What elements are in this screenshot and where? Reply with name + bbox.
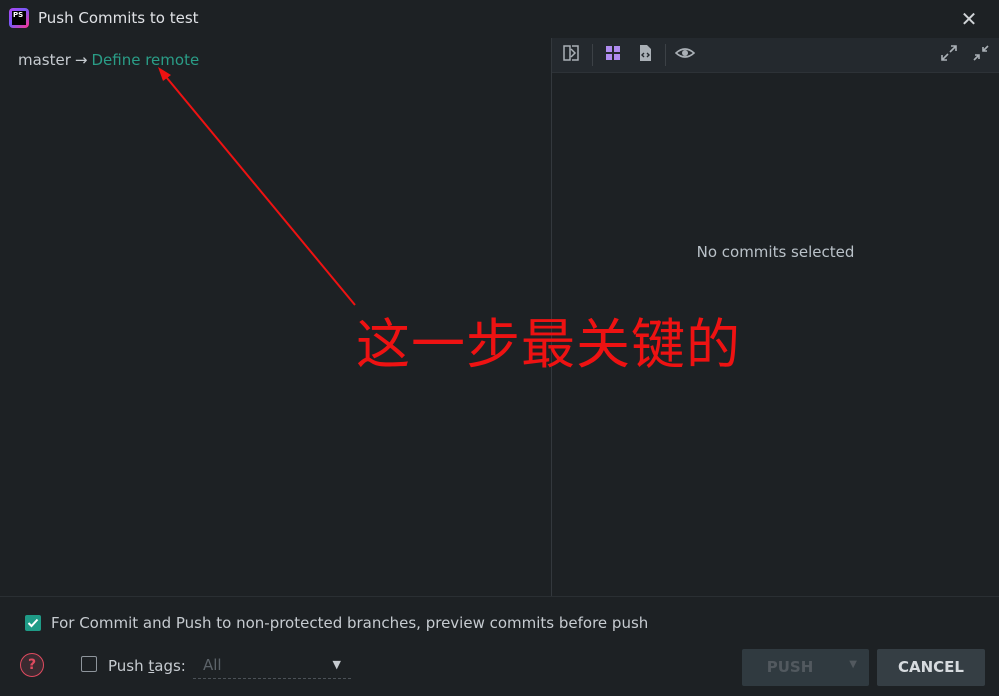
- diff-icon[interactable]: [560, 44, 582, 66]
- eye-icon[interactable]: [674, 44, 696, 66]
- expand-icon[interactable]: [938, 44, 960, 66]
- push-button[interactable]: PUSH ▼: [742, 649, 869, 686]
- chevron-down-icon: ▼: [332, 658, 341, 671]
- push-button-label: PUSH: [766, 658, 814, 676]
- title-bar: PS Push Commits to test ✕: [0, 0, 999, 38]
- preview-before-push-checkbox[interactable]: [25, 615, 41, 631]
- branch-arrow: →: [74, 51, 88, 69]
- toolbar-separator: [665, 44, 666, 66]
- annotation-text: 这一步最关键的: [356, 313, 741, 376]
- preview-before-push-label: For Commit and Push to non-protected bra…: [51, 614, 649, 632]
- collapse-icon[interactable]: [970, 44, 992, 66]
- push-tags-checkbox[interactable]: [81, 656, 97, 672]
- toolbar-separator: [592, 44, 593, 66]
- help-icon[interactable]: ?: [20, 653, 44, 677]
- push-options-chevron-icon[interactable]: ▼: [849, 659, 857, 670]
- details-toolbar: [552, 38, 999, 73]
- push-tags-label: Push tags:: [108, 657, 186, 675]
- cancel-button[interactable]: CANCEL: [877, 649, 985, 686]
- window-title: Push Commits to test: [38, 9, 199, 27]
- push-tags-dropdown[interactable]: All ▼: [193, 653, 351, 679]
- no-commits-message: No commits selected: [696, 243, 855, 261]
- dialog-footer: For Commit and Push to non-protected bra…: [0, 596, 999, 696]
- phpstorm-logo-icon: PS: [9, 8, 29, 28]
- local-branch-name: master: [18, 51, 71, 69]
- branch-mapping-row: master → Define remote: [18, 51, 199, 69]
- define-remote-link[interactable]: Define remote: [91, 51, 199, 69]
- group-by-icon[interactable]: [602, 44, 624, 66]
- app-logo-text: PS: [12, 11, 26, 25]
- edit-source-icon[interactable]: [634, 44, 656, 66]
- push-tags-value: All: [203, 656, 222, 674]
- close-icon[interactable]: ✕: [956, 6, 982, 32]
- cancel-button-label: CANCEL: [898, 658, 964, 676]
